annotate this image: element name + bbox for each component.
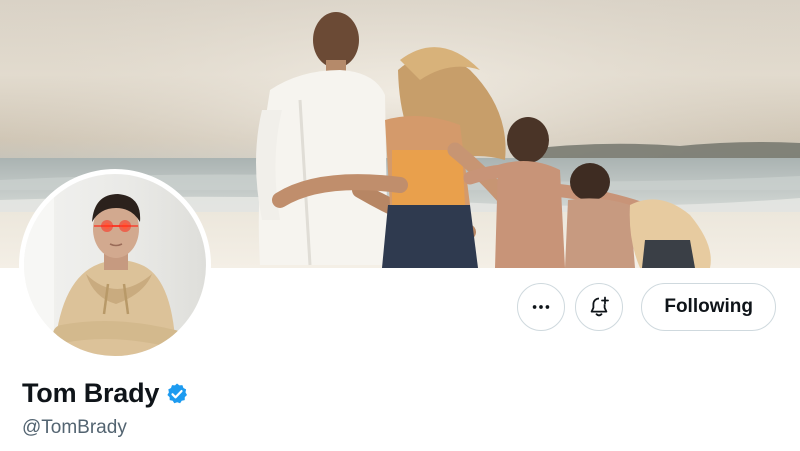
- display-name: Tom Brady: [22, 378, 160, 408]
- notifications-button[interactable]: [575, 283, 624, 331]
- profile-name-block: Tom Brady @TomBrady: [22, 378, 189, 439]
- person-hoodie-illustration: [24, 174, 183, 356]
- more-button[interactable]: [517, 283, 566, 331]
- profile-actions: Following: [517, 283, 776, 331]
- profile-avatar[interactable]: [19, 169, 211, 361]
- display-name-row: Tom Brady: [22, 378, 189, 409]
- avatar-photo: [24, 174, 206, 356]
- bell-plus-icon: [591, 296, 610, 317]
- user-handle: @TomBrady: [22, 417, 127, 438]
- verified-badge-icon[interactable]: [165, 382, 189, 406]
- following-button[interactable]: Following: [641, 283, 776, 331]
- more-horizontal-icon: [533, 305, 550, 309]
